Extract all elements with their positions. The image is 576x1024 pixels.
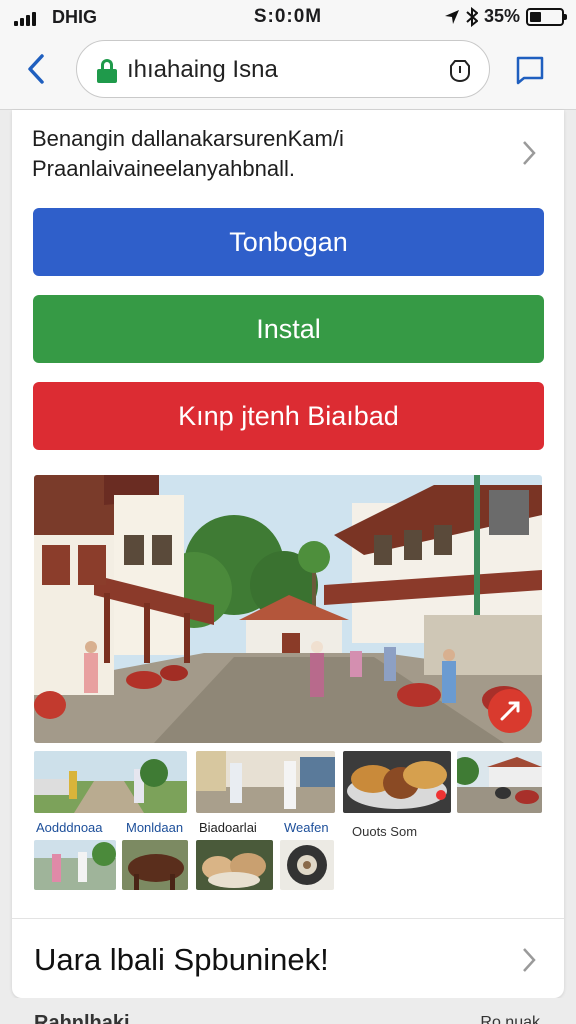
back-chevron-icon[interactable] [22,52,52,86]
thumbnail-2[interactable] [196,751,335,813]
share-icon [500,701,520,721]
section-divider [12,918,564,919]
shield-icon[interactable] [447,57,473,83]
thumbnail-7[interactable] [196,840,273,890]
location-arrow-icon [444,9,459,24]
address-bar[interactable]: ıhıahaing Isna [76,40,490,98]
thumb-label-3[interactable]: Biadoarlai [199,820,257,835]
chevron-right-icon[interactable] [518,138,538,168]
next-card-link[interactable]: Ro.nuak [480,1014,540,1024]
lock-icon [97,59,117,83]
prompt-message[interactable]: Benangin dallanakarsurenKam/i Praanlaiva… [32,124,502,184]
thumb-label-1[interactable]: Aodddnoaa [36,820,103,835]
thumb-label-2[interactable]: Monldaan [126,820,183,835]
thumbnail-8[interactable] [280,840,334,890]
next-card-title[interactable]: Rahnlhaki [34,1012,130,1024]
next-card-peek: Rahnlhaki Ro.nuak [0,998,576,1024]
bluetooth-icon [466,6,478,27]
thumbnail-4[interactable] [457,751,542,813]
install-button[interactable]: Instal [33,295,544,363]
hero-photo[interactable] [34,475,542,743]
chevron-right-icon[interactable] [518,945,538,975]
browser-toolbar: ıhıahaing Isna [0,34,576,110]
thumbnail-6[interactable] [122,840,188,890]
tabs-icon[interactable] [514,54,546,86]
thumbnail-5[interactable] [34,840,116,890]
primary-button[interactable]: Tonbogan [33,208,544,276]
battery-icon [526,7,567,26]
status-bar: DHIG S:0:0M 35% [0,0,576,34]
battery-percent: 35% [483,6,520,26]
thumb-label-4[interactable]: Weafen [284,820,329,835]
thumbnail-3[interactable] [343,751,451,813]
thumbnail-1[interactable] [34,751,187,813]
content-card: Benangin dallanakarsurenKam/i Praanlaiva… [12,110,564,998]
thumb-label-5[interactable]: Ouots Som [352,824,417,839]
share-button[interactable] [488,689,532,733]
danger-button[interactable]: Kınp jtenh Biaıbad [33,382,544,450]
url-text[interactable]: ıhıahaing Isna [127,56,278,84]
section-heading[interactable]: Uara lbali Spbuninek! [34,942,329,978]
village-street-image [34,475,542,743]
